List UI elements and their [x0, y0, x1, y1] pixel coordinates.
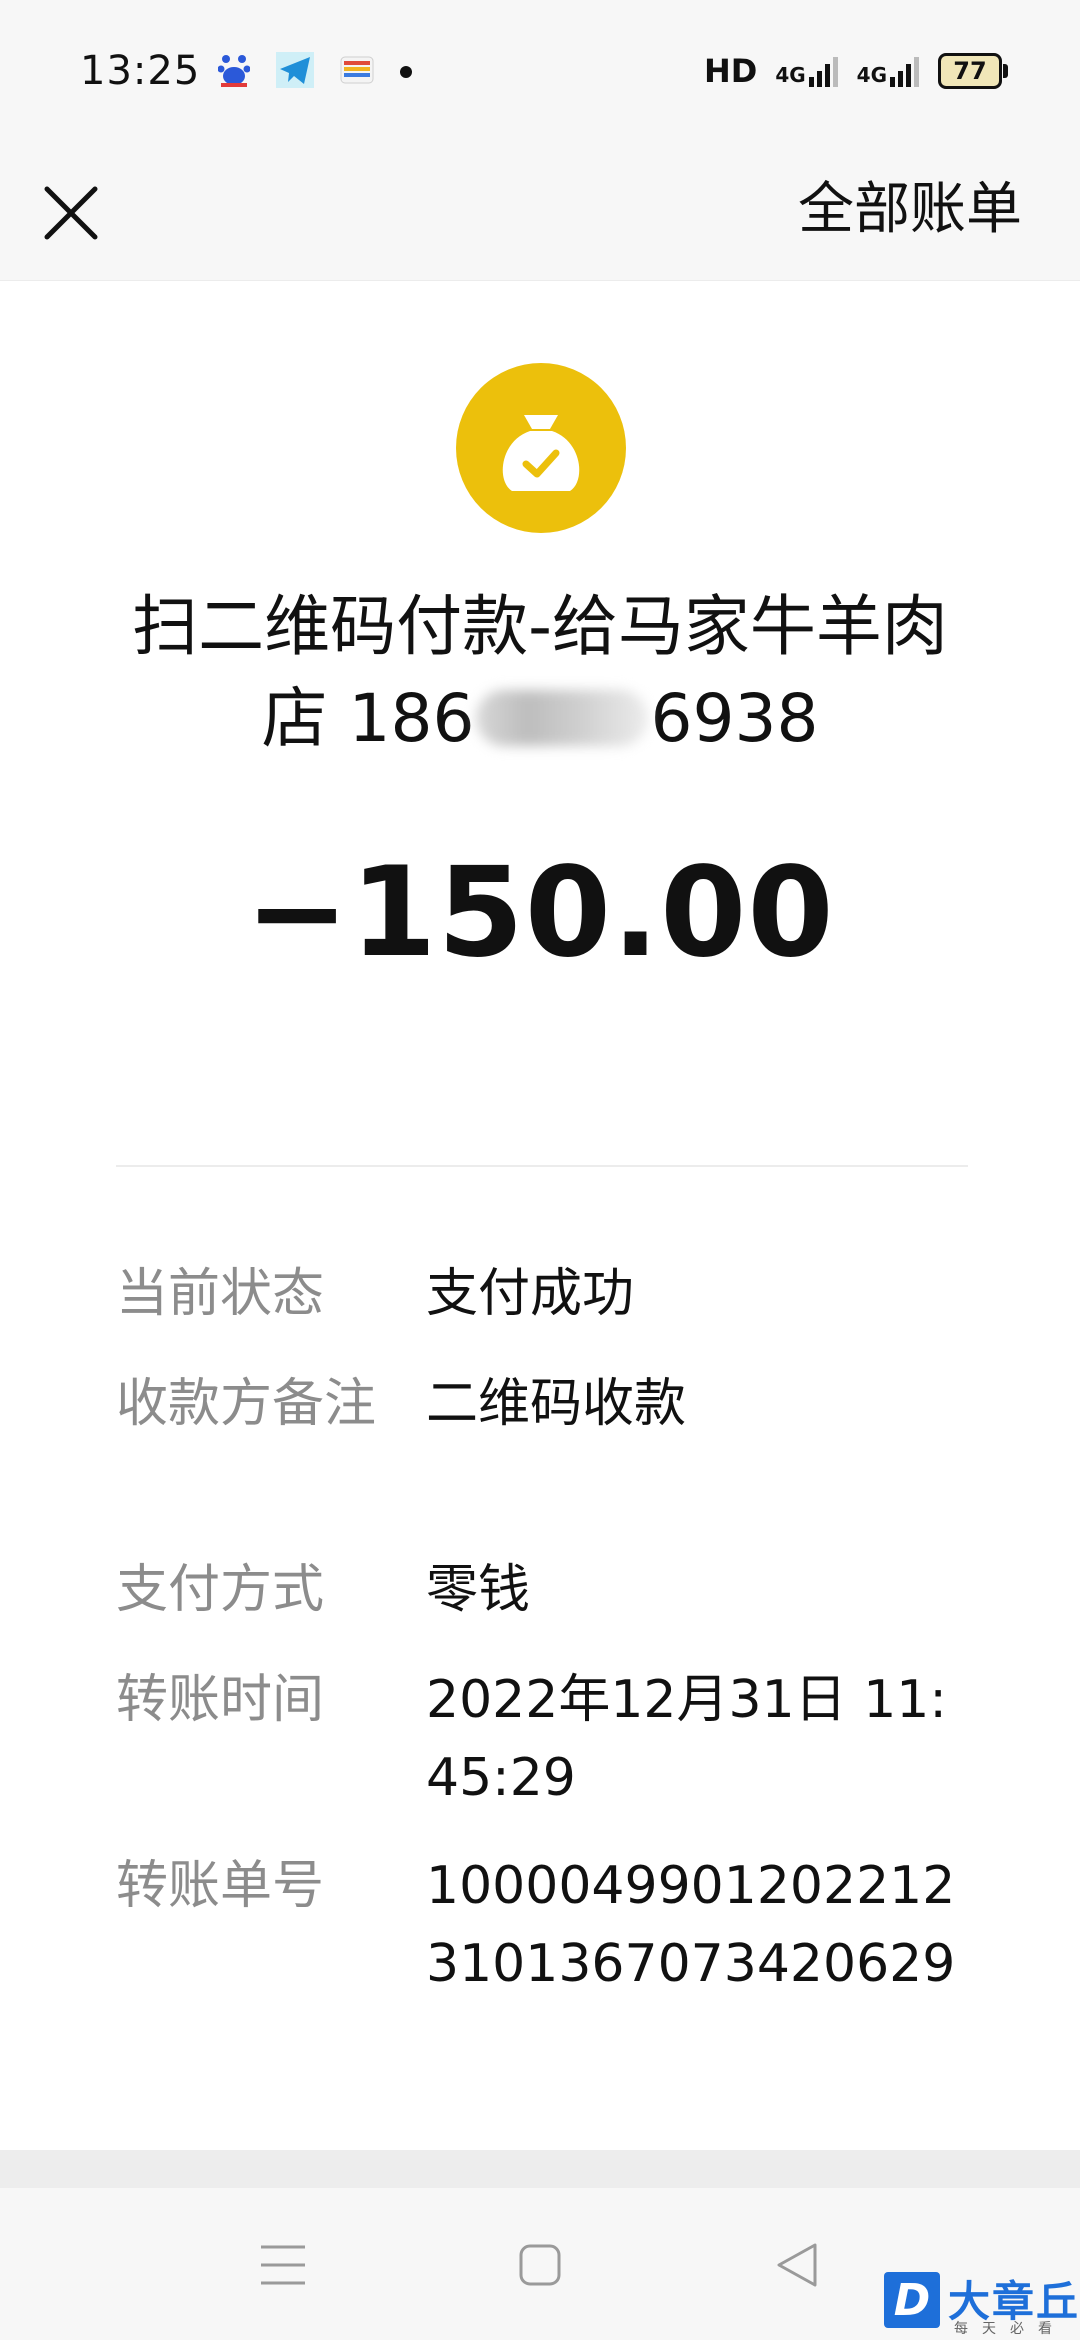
all-bills-link[interactable]: 全部账单	[798, 170, 1022, 250]
close-button[interactable]	[38, 180, 104, 246]
detail-value: 2022年12月31日 11:45:29	[426, 1670, 947, 1808]
menu-button[interactable]	[248, 2230, 318, 2300]
detail-value: 零钱	[426, 1560, 531, 1620]
back-icon	[777, 2243, 817, 2287]
detail-row-transaction-id: 转账单号 10000499012022123101367073420629	[116, 1847, 976, 2003]
baidu-icon	[217, 52, 251, 92]
detail-label: 支付方式	[116, 1560, 325, 1620]
menu-icon	[261, 2245, 305, 2285]
transaction-content: 扫二维码付款-给马家牛羊肉 店 186 6938 −150.00 当前状态 支付成…	[0, 281, 1080, 2151]
telegram-icon	[276, 52, 314, 92]
detail-label: 转账单号	[116, 1856, 325, 1916]
redacted-phone-mask	[476, 689, 649, 746]
notification-icons	[217, 52, 412, 92]
hd-indicator: HD	[703, 52, 758, 90]
transaction-detail-page: 13:25 HD 4G 4G 77 全部账单 扫二维码付款-给马家牛羊肉 店 1…	[0, 0, 1080, 2340]
merchant-title-line2: 店 186 6938	[100, 673, 980, 765]
detail-label: 转账时间	[116, 1670, 325, 1730]
detail-label: 当前状态	[116, 1264, 325, 1324]
detail-value[interactable]: 10000499012022123101367073420629	[426, 1847, 966, 2003]
watermark-letter: D	[884, 2272, 940, 2328]
watermark-logo: D 大章丘 每天必看	[880, 2268, 1080, 2340]
home-button[interactable]	[505, 2230, 575, 2300]
merchant-title: 扫二维码付款-给马家牛羊肉 店 186 6938	[100, 581, 980, 765]
money-bag-check-icon	[456, 363, 626, 533]
system-indicators: HD 4G 4G 77	[703, 52, 1008, 90]
bottom-separator	[0, 2150, 1080, 2188]
detail-value: 支付成功	[426, 1264, 635, 1324]
merchant-phone-suffix: 6938	[650, 680, 819, 757]
close-icon	[44, 186, 98, 240]
detail-label: 收款方备注	[116, 1374, 377, 1434]
wallet-icon	[340, 55, 374, 89]
status-time: 13:25	[80, 48, 201, 94]
status-bar: 13:25 HD 4G 4G 77	[0, 0, 1080, 140]
battery-level: 77	[953, 57, 987, 85]
detail-value: 二维码收款	[426, 1374, 687, 1434]
divider	[116, 1165, 968, 1167]
merchant-title-line1: 扫二维码付款-给马家牛羊肉	[132, 588, 948, 665]
signal-2-label: 4G	[856, 63, 887, 87]
signal-icon-1: 4G	[775, 55, 838, 87]
home-icon	[519, 2244, 561, 2286]
watermark-subtitle: 每天必看	[954, 2321, 1066, 2337]
detail-row-payee-note: 收款方备注 二维码收款	[116, 1365, 976, 1443]
detail-row-status: 当前状态 支付成功	[116, 1255, 976, 1333]
battery-icon: 77	[938, 53, 1008, 89]
merchant-phone-prefix: 店 186	[261, 680, 475, 757]
notification-dot-icon	[400, 63, 412, 82]
signal-icon-2: 4G	[857, 55, 920, 87]
back-button[interactable]	[762, 2230, 832, 2300]
detail-row-transfer-time: 转账时间 2022年12月31日 11:45:29	[116, 1661, 976, 1817]
transaction-amount: −150.00	[245, 841, 835, 985]
app-header: 全部账单	[0, 140, 1080, 281]
detail-row-payment-method: 支付方式 零钱	[116, 1551, 976, 1629]
signal-1-label: 4G	[775, 63, 806, 87]
